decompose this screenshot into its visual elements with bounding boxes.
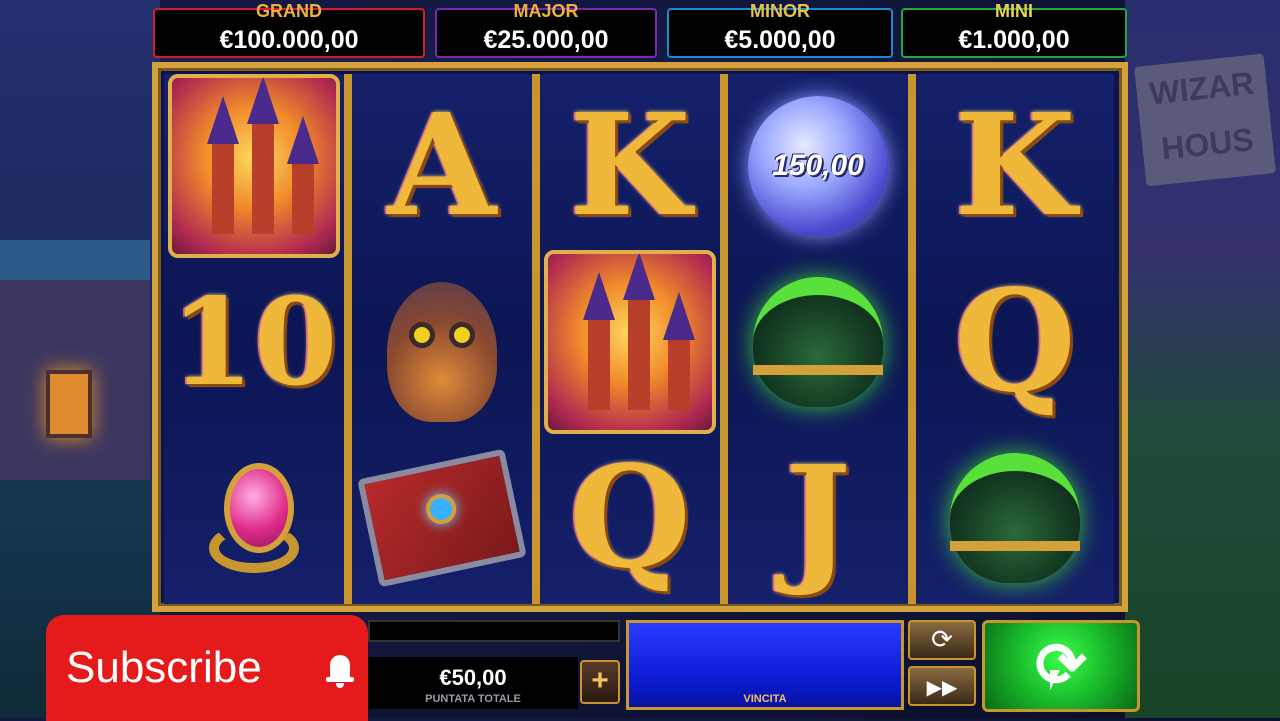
symbol-ten-label: 10 [170, 271, 338, 413]
jackpot-major-label: MAJOR [513, 1, 579, 21]
house-illustration [0, 240, 150, 480]
symbol-spellbook [352, 430, 532, 606]
reel-separator [908, 74, 916, 604]
subscribe-label: Subscribe [66, 643, 262, 692]
win-display: VINCITA [626, 620, 904, 710]
symbol-ring [164, 430, 344, 606]
sign-line-2: HOUS [1159, 121, 1256, 167]
owl-icon [367, 262, 517, 422]
symbol-cauldron [916, 430, 1114, 606]
symbol-castle [164, 74, 344, 258]
mouse-cursor-icon [1050, 670, 1060, 690]
symbol-ace: A [352, 78, 532, 254]
jackpot-grand-value: €100.000,00 [219, 26, 359, 54]
win-caption: VINCITA [743, 693, 787, 705]
orb-prize-value: 150,00 [772, 149, 864, 182]
symbol-jack-label: J [784, 436, 852, 600]
house-window [46, 370, 92, 438]
castle-icon [544, 250, 716, 434]
spin-button[interactable]: ⟳ [982, 620, 1140, 712]
reel-separator [532, 74, 540, 604]
jackpot-grand-label: GRAND [256, 1, 322, 21]
turbo-button[interactable]: ▶▶ [908, 666, 976, 706]
jackpot-major: MAJOR €25.000,00 [435, 1, 657, 58]
reel-2: A [352, 74, 532, 604]
reel-4: 150,00 J [728, 74, 908, 604]
jackpot-mini: MINI €1.000,00 [901, 1, 1127, 58]
total-bet-display: €50,00 PUNTATA TOTALE [368, 657, 578, 709]
cauldron-icon [950, 453, 1080, 583]
reel-grid: 10 A K Q 150,00 J K Q [152, 62, 1128, 612]
jackpot-major-value: €25.000,00 [483, 26, 609, 54]
symbol-jack: J [728, 430, 908, 606]
reel-separator [720, 74, 728, 604]
symbol-cauldron [728, 254, 908, 430]
symbol-queen-label: Q [954, 260, 1076, 424]
spin-icon: ⟳ [1035, 631, 1087, 700]
reel-5: K Q [916, 74, 1114, 604]
symbol-queen-label: Q [569, 436, 691, 600]
symbol-king-label: K [569, 84, 691, 248]
ring-icon [199, 453, 309, 583]
orb-icon: 150,00 [748, 96, 888, 236]
spellbook-icon [357, 448, 527, 588]
total-bet-value: €50,00 [439, 665, 507, 690]
symbol-castle [540, 250, 720, 434]
symbol-king-label: K [954, 84, 1076, 248]
jackpot-grand: GRAND €100.000,00 [153, 1, 425, 58]
total-bet-caption: PUNTATA TOTALE [425, 693, 521, 705]
bet-info-bar [368, 620, 620, 642]
symbol-queen: Q [540, 430, 720, 606]
jackpot-minor-value: €5.000,00 [724, 26, 836, 54]
reel-separator [344, 74, 352, 604]
jackpot-mini-label: MINI [995, 1, 1033, 21]
symbol-ace-label: A [387, 84, 497, 248]
reel-3: K Q [540, 74, 720, 604]
increase-bet-button[interactable]: + [580, 660, 620, 704]
bell-icon [326, 655, 354, 688]
symbol-orb: 150,00 [728, 78, 908, 254]
subscribe-overlay[interactable]: Subscribe [46, 615, 368, 721]
jackpot-minor-label: MINOR [750, 1, 810, 21]
autoplay-icon: ⟳ [931, 624, 953, 654]
symbol-ten: 10 [164, 254, 344, 430]
cauldron-icon [753, 277, 883, 407]
symbol-king: K [540, 78, 720, 254]
symbol-king: K [916, 78, 1114, 254]
symbol-owl [352, 254, 532, 430]
wizard-house-sign: WIZAR HOUS [1134, 53, 1276, 187]
autoplay-button[interactable]: ⟳ [908, 620, 976, 660]
reel-1: 10 [164, 74, 344, 604]
jackpot-mini-value: €1.000,00 [958, 26, 1070, 54]
castle-icon [168, 74, 340, 258]
jackpot-minor: MINOR €5.000,00 [667, 1, 893, 58]
fast-forward-icon: ▶▶ [926, 677, 958, 699]
symbol-queen: Q [916, 254, 1114, 430]
